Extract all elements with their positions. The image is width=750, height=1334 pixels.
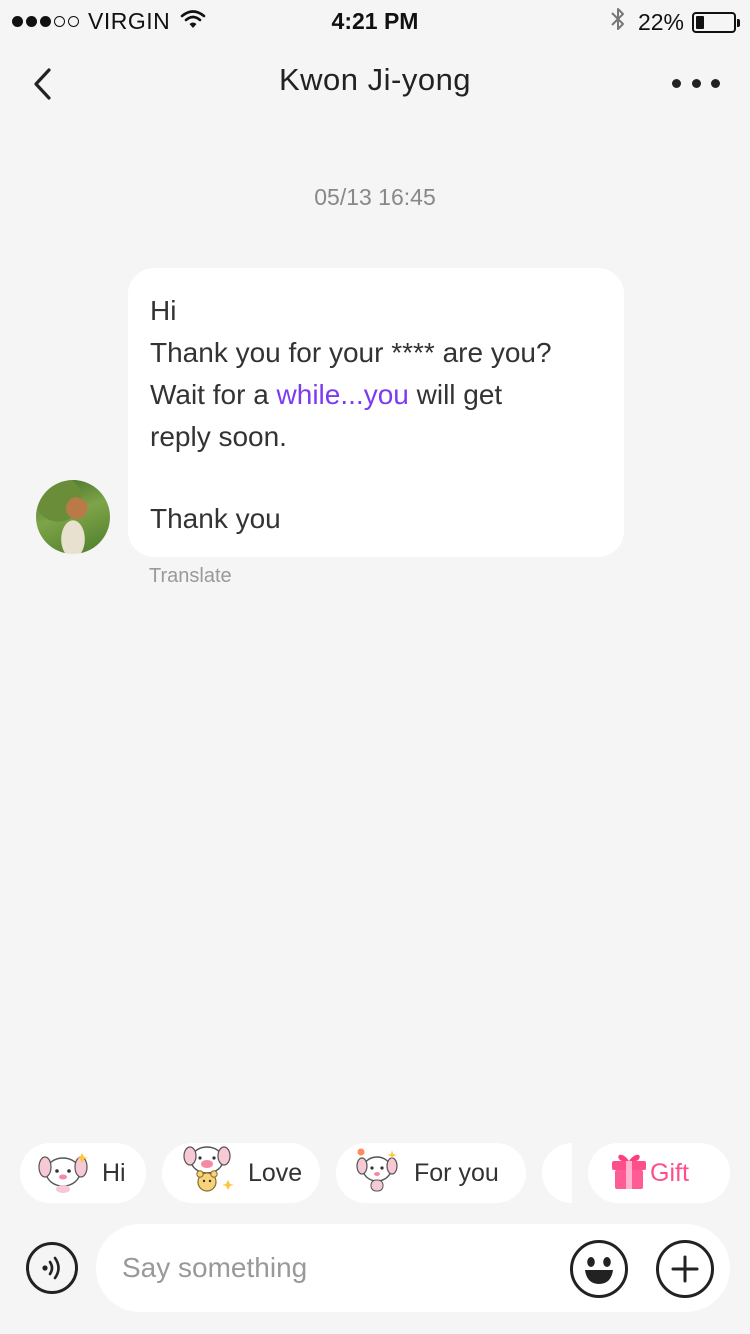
message-input-container — [96, 1224, 730, 1312]
puppy-flower-sticker-icon — [352, 1147, 402, 1200]
message-timestamp: 05/13 16:45 — [314, 184, 436, 210]
more-dots-icon — [672, 78, 681, 88]
message-text: Wait for a — [150, 379, 277, 410]
translate-link[interactable]: Translate — [149, 565, 232, 588]
more-dots-icon — [691, 78, 701, 88]
carrier-name: VIRGIN — [88, 8, 171, 34]
quick-reply-label: For you — [414, 1158, 499, 1187]
emoji-button[interactable] — [570, 1240, 628, 1298]
avatar[interactable] — [36, 480, 110, 554]
gift-icon — [610, 1150, 648, 1197]
signal-dot — [12, 16, 23, 27]
quick-reply-love[interactable]: Love — [162, 1143, 320, 1203]
battery-percent: 22% — [637, 8, 684, 35]
quick-reply-for-you[interactable]: For you — [336, 1143, 526, 1203]
plus-icon — [671, 1255, 699, 1283]
message-line: Wait for a while...you will get — [150, 374, 602, 416]
message-text: will get — [408, 379, 503, 410]
signal-carrier: VIRGIN — [12, 8, 206, 35]
more-button[interactable] — [672, 68, 720, 98]
emoji-icon — [585, 1257, 613, 1284]
nav-bar: Kwon Ji-yong — [0, 40, 750, 130]
message-line: reply soon. — [150, 421, 287, 452]
bluetooth-icon — [610, 6, 626, 38]
puppy-bear-sticker-icon — [178, 1145, 236, 1201]
signal-dot — [26, 16, 37, 27]
quick-reply-hi[interactable]: Hi — [20, 1143, 146, 1203]
more-dots-icon — [711, 78, 720, 88]
quick-reply-label: Hi — [102, 1158, 126, 1187]
message-line: Hi — [150, 295, 177, 326]
status-bar: VIRGIN 4:21 PM 22% — [0, 0, 750, 40]
gift-button[interactable]: Gift — [588, 1143, 730, 1203]
message-bubble[interactable]: Hi Thank you for your **** are you? Wait… — [128, 268, 624, 557]
quick-reply-partial[interactable] — [542, 1143, 572, 1203]
status-right: 22% — [610, 6, 740, 38]
message-link[interactable]: while...you — [277, 379, 409, 410]
voice-icon — [42, 1256, 60, 1280]
gift-label: Gift — [650, 1158, 689, 1187]
quick-reply-label: Love — [248, 1158, 303, 1187]
message-input[interactable] — [122, 1224, 562, 1312]
add-button[interactable] — [656, 1240, 714, 1298]
page-title: Kwon Ji-yong — [278, 62, 472, 97]
chat-screen: VIRGIN 4:21 PM 22% Kwon Ji-yong 05/13 16… — [0, 0, 750, 1334]
wifi-icon — [180, 8, 206, 35]
quick-reply-bar: Hi Love For you Gift — [0, 1143, 750, 1205]
signal-dot — [54, 16, 65, 27]
battery-icon — [692, 11, 740, 33]
signal-dot — [40, 16, 51, 27]
message-line: Thank you — [150, 503, 281, 534]
voice-button[interactable] — [26, 1242, 78, 1294]
puppy-sticker-icon — [36, 1147, 90, 1200]
message-line: Thank you for your **** are you? — [150, 337, 552, 368]
signal-dot — [68, 16, 79, 27]
battery-fill — [696, 15, 704, 29]
